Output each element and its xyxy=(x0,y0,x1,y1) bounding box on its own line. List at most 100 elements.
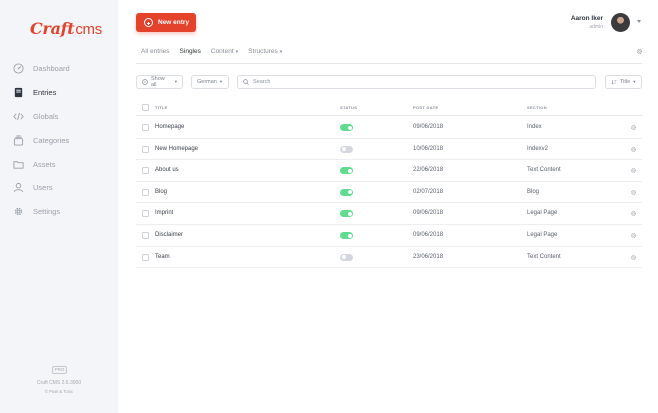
credit-text: © Pixel & Tonic xyxy=(44,389,74,394)
entry-title-link[interactable]: Homepage xyxy=(155,124,184,130)
table-row[interactable]: Imprint 09/06/2018 Legal Page xyxy=(136,203,642,225)
filter-circle-icon xyxy=(142,79,148,85)
sidebar-item-label: Settings xyxy=(33,206,61,216)
entry-title-link[interactable]: New Homepage xyxy=(155,146,198,152)
post-date: 09/06/2018 xyxy=(413,232,444,238)
language-dropdown[interactable]: German ▾ xyxy=(191,75,229,89)
column-post-date[interactable]: POST DATE xyxy=(413,105,438,110)
entry-title-link[interactable]: Blog xyxy=(155,189,167,195)
status-toggle[interactable] xyxy=(340,188,353,196)
row-checkbox[interactable] xyxy=(142,145,149,153)
sidebar-item-users[interactable]: Users xyxy=(13,178,53,196)
status-toggle[interactable] xyxy=(340,124,353,131)
chevron-down-icon[interactable] xyxy=(637,20,641,23)
sidebar-item-label: Categories xyxy=(33,135,70,145)
post-date: 09/06/2018 xyxy=(413,124,444,130)
tab-structures[interactable]: Structures ▾ xyxy=(248,44,282,64)
status-toggle[interactable] xyxy=(340,210,353,218)
user-name: Aaron Iker xyxy=(570,15,603,22)
gear-icon[interactable] xyxy=(630,210,637,217)
gear-icon[interactable] xyxy=(630,254,637,261)
entry-title-link[interactable]: Disclaimer xyxy=(155,232,183,238)
sidebar-item-label: Dashboard xyxy=(33,63,70,73)
new-entry-label: New entry xyxy=(158,19,190,26)
tab-content[interactable]: Content ▾ xyxy=(211,44,238,64)
sidebar-item-assets[interactable]: Assets xyxy=(13,155,56,173)
section-name: Legal Page xyxy=(527,232,558,238)
craft-cms-logo[interactable]: Craftcms xyxy=(30,19,102,39)
chevron-down-icon: ▾ xyxy=(633,79,636,84)
gauge-icon xyxy=(13,62,24,74)
gear-icon[interactable] xyxy=(636,48,643,55)
entry-title-link[interactable]: About us xyxy=(155,167,179,173)
gear-icon[interactable] xyxy=(630,189,637,196)
column-status[interactable]: STATUS xyxy=(340,105,357,110)
status-toggle[interactable] xyxy=(340,253,353,261)
row-checkbox[interactable] xyxy=(142,232,149,239)
gear-icon[interactable] xyxy=(630,167,637,174)
post-date: 09/06/2018 xyxy=(413,210,444,217)
status-toggle[interactable] xyxy=(340,167,353,175)
row-checkbox[interactable] xyxy=(142,188,149,196)
new-entry-button[interactable]: New entry xyxy=(136,13,196,32)
section-name: Blog xyxy=(527,188,540,195)
table-row[interactable]: Homepage 09/06/2018 Index xyxy=(136,117,642,139)
column-title[interactable]: TITLE xyxy=(155,105,168,110)
version-text: Craft CMS 2.6.3000 xyxy=(36,380,82,386)
table-row[interactable]: New Homepage 10/06/2018 Indexv2 xyxy=(136,139,642,161)
avatar[interactable] xyxy=(611,13,630,32)
table-row[interactable]: Disclaimer 09/06/2018 Legal Page xyxy=(136,225,642,247)
gear-icon[interactable] xyxy=(630,124,637,131)
book-icon xyxy=(14,87,23,97)
post-date: 10/06/2018 xyxy=(413,145,444,152)
gear-icon[interactable] xyxy=(630,146,637,153)
show-all-dropdown[interactable]: Show all ▾ xyxy=(136,75,183,89)
tab-bar: All entries Singles Content ▾ Structures ▾ xyxy=(141,44,292,64)
table-row[interactable]: Team 23/06/2018 Text Content xyxy=(136,247,642,269)
post-date: 02/07/2018 xyxy=(413,188,444,195)
logo-craft-text: Craft xyxy=(30,19,75,38)
chevron-down-icon: ▾ xyxy=(174,79,177,84)
tab-label: Singles xyxy=(179,48,201,55)
folder-icon xyxy=(13,160,24,169)
column-section[interactable]: SECTION xyxy=(527,105,547,110)
code-icon xyxy=(13,112,24,120)
section-name: Index xyxy=(527,124,542,130)
sort-dropdown[interactable]: Title ▾ xyxy=(605,75,642,89)
row-checkbox[interactable] xyxy=(142,167,149,175)
gear-icon[interactable] xyxy=(630,232,637,239)
sidebar-item-label: Users xyxy=(33,182,53,192)
select-all-checkbox[interactable] xyxy=(142,104,149,111)
status-toggle[interactable] xyxy=(340,145,353,153)
section-name: Text Content xyxy=(527,253,561,260)
chevron-down-icon: ▾ xyxy=(219,79,223,84)
sidebar-item-categories[interactable]: Categories xyxy=(13,131,69,149)
status-toggle[interactable] xyxy=(340,232,353,239)
search-field[interactable] xyxy=(237,75,596,89)
user-role: admin xyxy=(589,24,603,30)
table-row[interactable]: Blog 02/07/2018 Blog xyxy=(136,182,642,204)
sidebar-item-settings[interactable]: Settings xyxy=(13,202,60,220)
row-checkbox[interactable] xyxy=(142,253,149,261)
tab-all-entries[interactable]: All entries xyxy=(141,44,170,64)
row-checkbox[interactable] xyxy=(142,124,149,131)
entry-title-link[interactable]: Imprint xyxy=(155,210,173,216)
search-input[interactable] xyxy=(253,79,553,85)
sort-label: Title xyxy=(620,79,631,85)
sidebar-item-globals[interactable]: Globals xyxy=(13,107,58,125)
tab-singles[interactable]: Singles xyxy=(177,44,204,64)
chevron-down-icon: ▾ xyxy=(235,49,239,55)
table-row[interactable]: About us 22/06/2018 Text Content xyxy=(136,160,642,182)
post-date: 22/06/2018 xyxy=(413,167,444,174)
gear-icon xyxy=(14,207,23,215)
sidebar-item-label: Entries xyxy=(33,87,57,97)
tab-label: Structures xyxy=(248,48,278,55)
entry-title-link[interactable]: Team xyxy=(155,254,170,260)
post-date: 23/06/2018 xyxy=(413,253,444,260)
show-all-label: Show all xyxy=(150,76,165,88)
sidebar-item-dashboard[interactable]: Dashboard xyxy=(13,59,70,77)
sidebar-item-entries[interactable]: Entries xyxy=(13,83,56,101)
row-checkbox[interactable] xyxy=(142,210,149,218)
pro-badge: PRO xyxy=(52,366,67,374)
tab-label: All entries xyxy=(141,48,170,55)
